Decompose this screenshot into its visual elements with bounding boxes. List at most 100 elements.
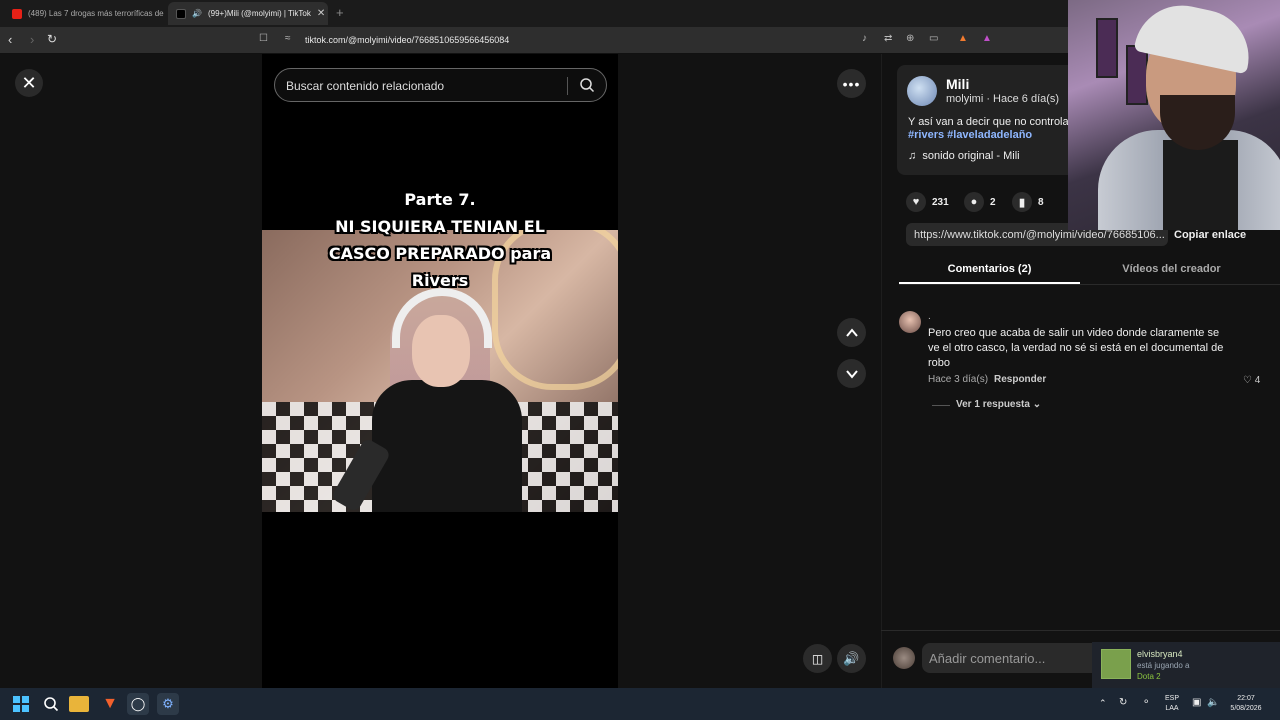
tabs-divider [899, 284, 1280, 285]
microphone-icon[interactable]: ⚬ [1142, 698, 1150, 708]
browser-tab-youtube[interactable]: (489) Las 7 drogas más terroríficas del [4, 2, 164, 25]
caption-line: Rivers [411, 271, 469, 290]
search-divider [567, 77, 568, 95]
volume-icon[interactable]: 🔊 [837, 644, 866, 673]
volume-tray-icon[interactable]: 🔈 [1207, 698, 1219, 708]
browser-tab-tiktok[interactable]: 🔊 (99+)Mili (@molyimi) | TikTok ✕ [168, 2, 328, 25]
friend-status: está jugando a [1137, 661, 1190, 670]
search-input[interactable]: Buscar contenido relacionado [274, 68, 607, 102]
comment-button[interactable]: ● 2 [964, 192, 996, 212]
network-icon[interactable]: ▣ [1192, 698, 1201, 708]
reply-button[interactable]: Responder [994, 374, 1046, 385]
caption-line: CASCO PREPARADO para [328, 244, 552, 263]
clock-time: 22:07 [1237, 695, 1255, 702]
heart-icon: ♥ [906, 192, 926, 212]
chevron-up-icon [845, 327, 858, 337]
search-icon[interactable] [579, 77, 595, 93]
author-name[interactable]: Mili [946, 76, 969, 92]
commenter-avatar[interactable] [899, 311, 921, 333]
comment-like-button[interactable]: ♡ 4 [1243, 375, 1260, 386]
steam-icon[interactable]: ⚙ [157, 693, 179, 715]
sync-icon[interactable]: ↻ [1119, 698, 1127, 708]
site-info-icon[interactable]: ≈ [285, 33, 291, 44]
next-video-button[interactable] [837, 359, 866, 388]
like-count: 231 [932, 196, 949, 208]
tab-comments[interactable]: Comentarios (2) [899, 257, 1080, 284]
clock[interactable]: 22:07 5/08/2026 [1226, 694, 1266, 714]
video-description: Y así van a decir que no controlaba [908, 116, 1068, 128]
tray-overflow-icon[interactable]: ⌃ [1099, 698, 1107, 708]
streamer-body [372, 380, 522, 512]
brave-rewards-icon[interactable]: ▲ [982, 33, 992, 44]
start-button[interactable] [10, 693, 32, 715]
url-field[interactable]: tiktok.com/@molyimi/video/76685106595664… [305, 35, 509, 45]
wall-poster [1126, 45, 1148, 105]
video-caption: Parte 7. NI SIQUIERA TENIAN EL CASCO PRE… [262, 186, 618, 294]
replies-line [932, 405, 950, 406]
comment-text: Pero creo que acaba de salir un video do… [928, 327, 1224, 369]
more-options-icon[interactable]: ••• [837, 69, 866, 98]
brave-icon[interactable]: ▼ [99, 693, 121, 715]
view-replies-label: Ver 1 respuesta [956, 399, 1030, 410]
picture-in-picture-icon[interactable]: ◫ [803, 644, 832, 673]
keyboard-layout: LAA [1165, 705, 1179, 712]
like-button[interactable]: ♥ 231 [906, 192, 949, 212]
friend-game: Dota 2 [1137, 672, 1161, 681]
caption-line: Parte 7. [404, 190, 476, 209]
share-link: https://www.tiktok.com/@molyimi/video/76… [914, 229, 1164, 241]
cast-icon[interactable]: ▭ [929, 33, 938, 44]
sound-link[interactable]: ♫ sonido original - Mili [908, 150, 1020, 162]
comment-like-count: 4 [1254, 375, 1261, 386]
wall-poster [1096, 18, 1118, 78]
search-taskbar-button[interactable] [40, 693, 62, 715]
save-button[interactable]: ▮ 8 [1012, 192, 1044, 212]
hashtags[interactable]: #rivers #laveladadelaño [908, 129, 1032, 141]
tiktok-icon [176, 8, 186, 19]
copy-link-button[interactable]: Copiar enlace [1174, 229, 1246, 241]
chevron-down-icon: ⌄ [1032, 399, 1042, 410]
translate-icon[interactable]: ⇄ [884, 33, 892, 44]
bookmark-icon: ▮ [1012, 192, 1032, 212]
view-replies-button[interactable]: Ver 1 respuesta ⌄ [956, 399, 1041, 410]
sound-title: sonido original - Mili [922, 150, 1020, 162]
tab-creator-videos[interactable]: Vídeos del creador [1081, 257, 1262, 284]
author-avatar[interactable] [907, 76, 937, 106]
file-explorer-icon[interactable] [69, 696, 89, 712]
speaker-icon: 🔊 [192, 9, 202, 18]
language-indicator[interactable]: ESP LAA [1160, 694, 1184, 714]
webcam-overlay [1068, 0, 1280, 230]
chevron-down-icon [845, 369, 858, 379]
caption-line: NI SIQUIERA TENIAN EL [335, 217, 545, 236]
steam-notification[interactable]: elvisbryan4 está jugando a Dota 2 [1092, 642, 1280, 688]
save-count: 8 [1038, 196, 1044, 208]
forward-icon[interactable]: › [30, 32, 34, 47]
mute-icon[interactable]: ♪ [862, 33, 867, 44]
user-avatar [893, 647, 915, 669]
comment-bar-divider [881, 630, 1280, 631]
bookmark-icon[interactable]: ☐ [259, 33, 268, 44]
new-tab-button[interactable]: + [336, 5, 344, 20]
previous-video-button[interactable] [837, 318, 866, 347]
clock-date: 5/08/2026 [1230, 705, 1262, 712]
search-icon [44, 697, 59, 712]
tab-title: (99+)Mili (@molyimi) | TikTok [207, 9, 311, 18]
tab-close-icon[interactable]: ✕ [317, 8, 325, 19]
obs-icon[interactable]: ◯ [127, 693, 149, 715]
back-icon[interactable]: ‹ [8, 32, 12, 47]
tab-title: (489) Las 7 drogas más terroríficas del [28, 9, 164, 18]
close-icon[interactable]: ✕ [15, 69, 43, 97]
headset [392, 288, 492, 348]
windows-icon [13, 696, 29, 712]
heart-outline-icon: ♡ [1243, 375, 1252, 386]
friend-name: elvisbryan4 [1137, 649, 1183, 659]
comment-input[interactable] [922, 643, 1102, 673]
music-note-icon: ♫ [908, 150, 917, 162]
reload-icon[interactable]: ↻ [47, 32, 57, 46]
brave-shield-icon[interactable]: ▲ [958, 33, 968, 44]
zoom-icon[interactable]: ⊕ [906, 33, 914, 44]
comment-count: 2 [990, 196, 996, 208]
author-meta: molyimi · Hace 6 día(s) [946, 93, 1060, 105]
comment-time: Hace 3 día(s) [928, 374, 989, 385]
commenter-name[interactable]: . [928, 311, 931, 322]
windows-taskbar: ▼ ◯ ⚙ ⌃ ↻ ⚬ ESP LAA ▣ 🔈 22:07 5/08/2026 [0, 688, 1280, 720]
